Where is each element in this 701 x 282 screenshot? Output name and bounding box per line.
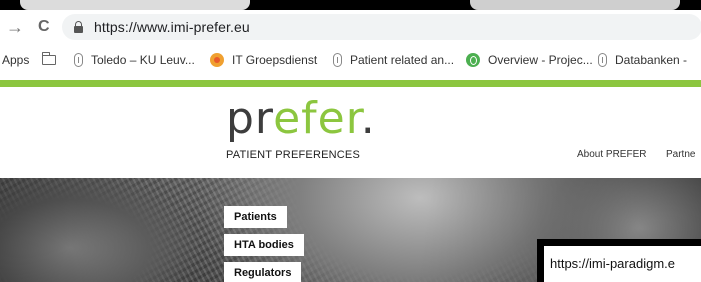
bookmark-overview[interactable]: Overview - Projec... <box>466 52 593 68</box>
menu-hta-bodies[interactable]: HTA bodies <box>224 234 304 256</box>
reload-icon[interactable]: C <box>38 18 50 36</box>
bookmark-label: Patient related an... <box>350 53 455 67</box>
ku-leuven-icon <box>598 53 607 67</box>
tab-strip <box>0 0 701 10</box>
site-top-bar <box>0 80 701 87</box>
forward-arrow-icon[interactable]: → <box>6 18 24 36</box>
bookmark-folder[interactable] <box>41 52 64 68</box>
it-groepsdienst-icon <box>210 53 224 67</box>
ku-leuven-icon <box>333 53 342 67</box>
folder-icon <box>41 52 56 65</box>
browser-toolbar: → C https://www.imi-prefer.eu <box>0 10 701 44</box>
logo-part: pr <box>226 93 274 144</box>
logo-part: efer <box>273 93 361 144</box>
bookmark-databanken[interactable]: Databanken - <box>598 52 687 68</box>
logo-part: . <box>360 93 376 144</box>
address-bar[interactable]: https://www.imi-prefer.eu <box>62 14 701 40</box>
menu-regulators[interactable]: Regulators <box>224 262 302 282</box>
prefer-logo[interactable]: prefer. <box>226 97 376 141</box>
nav-partners[interactable]: Partne <box>666 149 695 160</box>
bookmark-toledo[interactable]: Toledo – KU Leuv... <box>74 52 195 68</box>
bookmark-label: Apps <box>2 53 30 67</box>
nav-about-prefer[interactable]: About PREFER <box>577 149 646 160</box>
bookmark-patient-related[interactable]: Patient related an... <box>333 52 454 68</box>
tab-inactive[interactable] <box>470 0 680 10</box>
status-url-text: https://imi-paradigm.e <box>550 256 675 271</box>
bookmark-apps[interactable]: Apps <box>2 52 29 68</box>
url-text[interactable]: https://www.imi-prefer.eu <box>94 19 250 35</box>
site-header: prefer. PATIENT PREFERENCES About PREFER… <box>0 87 701 178</box>
logo-tagline: PATIENT PREFERENCES <box>226 149 360 161</box>
overview-icon <box>466 53 480 67</box>
bookmark-label: Overview - Projec... <box>488 53 593 67</box>
status-bar-url: https://imi-paradigm.e <box>537 239 701 282</box>
bookmark-label: IT Groepsdienst <box>232 53 318 67</box>
bookmark-it-groepsdienst[interactable]: IT Groepsdienst <box>210 52 317 68</box>
lock-icon <box>74 21 83 33</box>
bookmark-label: Databanken - <box>615 53 688 67</box>
bookmarks-bar: Apps Toledo – KU Leuv... IT Groepsdienst… <box>0 44 701 76</box>
ku-leuven-icon <box>74 53 83 67</box>
menu-patients[interactable]: Patients <box>224 206 287 228</box>
bookmark-label: Toledo – KU Leuv... <box>91 53 195 67</box>
tab-active[interactable] <box>20 0 250 10</box>
browser-chrome: → C https://www.imi-prefer.eu Apps Toled… <box>0 0 701 82</box>
